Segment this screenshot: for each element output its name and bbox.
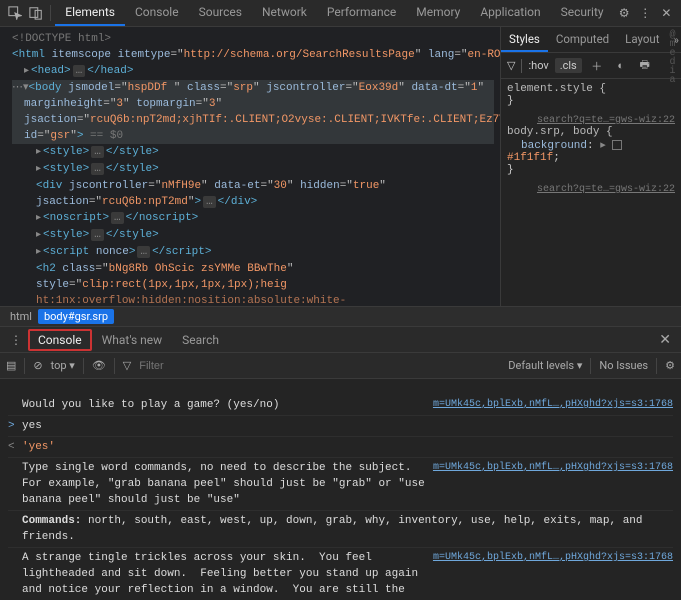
styles-tab-layout[interactable]: Layout [617, 27, 667, 52]
brace-close: } [507, 95, 675, 107]
console-sidebar-icon[interactable]: ▤ [6, 359, 16, 372]
brace-close-2: } [507, 164, 675, 176]
main-tabs: Elements Console Sources Network Perform… [55, 0, 613, 26]
divider [50, 5, 51, 21]
rule-prop-line[interactable]: background: ▸ #1f1f1f; [507, 138, 675, 164]
console-line: A strange tingle trickles across your sk… [8, 548, 673, 600]
h2-node[interactable]: <h2 class="bNg8Rb OhScic zsYMMe BBwThe" … [36, 261, 494, 306]
drawer-close-icon[interactable]: ✕ [653, 332, 677, 348]
crumb-body[interactable]: body#gsr.srp [38, 309, 114, 324]
styles-toolbar: ▽ :hov .cls ＋ ◐ 🖶 [501, 53, 681, 79]
tab-memory[interactable]: Memory [406, 0, 470, 26]
close-icon[interactable]: ✕ [656, 2, 677, 24]
elements-tree[interactable]: <!DOCTYPE html> <html itemscope itemtype… [0, 27, 500, 306]
drawer-kebab-icon[interactable]: ⋮ [4, 333, 28, 347]
console-toolbar: ▤ ⊘ top ▾ 👁 ▽ Default levels ▾ No Issues… [0, 353, 681, 379]
styles-pane: Styles Computed Layout » ▽ :hov .cls ＋ ◐… [500, 27, 681, 306]
rule-source-link-2[interactable]: search?q=te…=gws-wiz:22 [537, 184, 675, 195]
source-link[interactable]: m=UMk45c,bplExb,nMfL…,pHXghd?xjs=s3:1768 [433, 550, 673, 566]
main-row: <!DOCTYPE html> <html itemscope itemtype… [0, 27, 681, 306]
style-node-2[interactable]: <style>…</style> [36, 161, 494, 178]
tab-sources[interactable]: Sources [189, 0, 252, 26]
filter-icon: ▽ [123, 359, 131, 372]
gutter-text: @media [665, 79, 679, 84]
styles-tabs: Styles Computed Layout » [501, 27, 681, 53]
log-levels[interactable]: Default levels ▾ [508, 359, 582, 372]
source-link[interactable]: m=UMk45c,bplExb,nMfL…,pHXghd?xjs=s3:1768 [433, 397, 673, 413]
styles-body[interactable]: element.style { } search?q=te…=gws-wiz:2… [501, 79, 681, 306]
breadcrumb: html body#gsr.srp [0, 306, 681, 326]
issues-badge[interactable]: No Issues [599, 359, 648, 372]
rule-source-link[interactable]: search?q=te…=gws-wiz:22 [537, 115, 675, 126]
gear-icon[interactable]: ⚙ [614, 2, 635, 24]
device-toggle-icon[interactable] [25, 2, 46, 24]
styles-tab-computed[interactable]: Computed [548, 27, 617, 52]
context-selector[interactable]: top ▾ [51, 359, 75, 372]
console-gear-icon[interactable]: ⚙ [665, 359, 675, 372]
noscript-node[interactable]: <noscript>…</noscript> [36, 210, 494, 227]
element-style-rule[interactable]: element.style { [507, 83, 675, 95]
hov-toggle[interactable]: :hov [528, 59, 548, 72]
tab-security[interactable]: Security [551, 0, 614, 26]
console-input-line: > yes [8, 416, 673, 437]
style-node-1[interactable]: <style>…</style> [36, 144, 494, 161]
clear-console-icon[interactable]: ⊘ [33, 359, 42, 372]
live-expression-icon[interactable]: 👁 [92, 359, 106, 372]
console-line: Type single word commands, no need to de… [8, 458, 673, 511]
filter-icon[interactable]: ▽ [507, 59, 515, 72]
styles-tab-styles[interactable]: Styles [501, 27, 548, 52]
drawer-tabs: ⋮ Console What's new Search ✕ [0, 326, 681, 353]
tab-console[interactable]: Console [125, 0, 189, 26]
cls-toggle[interactable]: .cls [555, 58, 582, 73]
new-rule-icon[interactable]: ＋ [588, 57, 606, 75]
drawer-tab-console[interactable]: Console [28, 329, 92, 351]
devtools-topbar: Elements Console Sources Network Perform… [0, 0, 681, 27]
style-node-3[interactable]: <style>…</style> [36, 227, 494, 244]
div-node[interactable]: <div jscontroller="nMfH9e" data-et="30" … [36, 178, 494, 210]
console-line: Would you like to play a game? (yes/no) … [8, 395, 673, 416]
source-link[interactable]: m=UMk45c,bplExb,nMfL…,pHXghd?xjs=s3:1768 [433, 460, 673, 476]
console-body[interactable]: Would you like to play a game? (yes/no) … [0, 379, 681, 600]
drawer-tab-whatsnew[interactable]: What's new [92, 333, 173, 347]
toggle-dark-icon[interactable]: ◐ [612, 57, 630, 75]
filter-input[interactable] [139, 360, 219, 372]
inspect-icon[interactable] [4, 2, 25, 24]
drawer-tab-search[interactable]: Search [172, 333, 229, 347]
console-output-line: < 'yes' [8, 437, 673, 458]
script-node[interactable]: <script nonce>…</script> [36, 244, 494, 261]
head-node[interactable]: <head>…</head> [24, 63, 494, 80]
tab-elements[interactable]: Elements [55, 0, 125, 26]
html-open[interactable]: <html itemscope itemtype="http://schema.… [12, 47, 494, 63]
console-line: Commands: north, south, east, west, up, … [8, 511, 673, 548]
tab-network[interactable]: Network [252, 0, 317, 26]
print-icon[interactable]: 🖶 [636, 57, 654, 75]
tab-performance[interactable]: Performance [317, 0, 406, 26]
tab-application[interactable]: Application [470, 0, 550, 26]
kebab-icon[interactable]: ⋮ [635, 2, 656, 24]
doctype-line: <!DOCTYPE html> [12, 31, 494, 47]
crumb-html[interactable]: html [4, 309, 38, 324]
body-node-selected[interactable]: ⋯▾<body jsmodel="hspDDf " class="srp" js… [12, 80, 494, 144]
